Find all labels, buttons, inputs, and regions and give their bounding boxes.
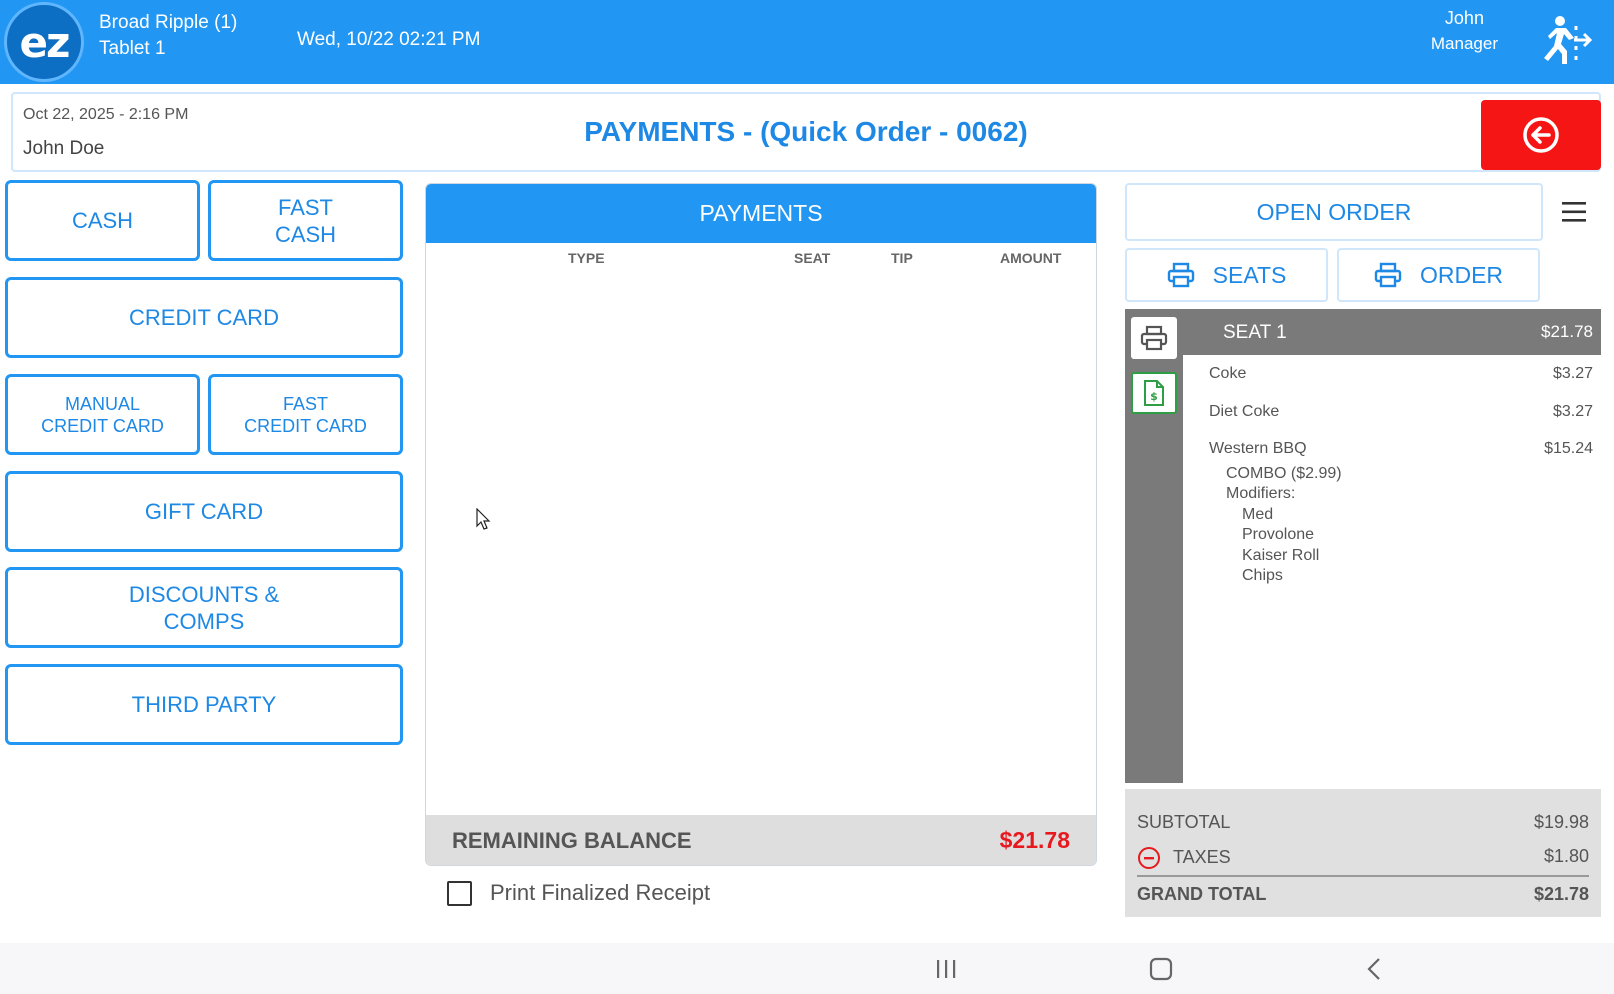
modifier-item: Kaiser Roll	[1242, 547, 1320, 564]
grand-total-label: GRAND TOTAL	[1137, 884, 1267, 904]
payments-panel: PAYMENTS TYPE SEAT TIP AMOUNT REMAINING …	[425, 183, 1097, 866]
store-info: Broad Ripple (1) Tablet 1	[99, 10, 237, 62]
back-arrow-circle-icon	[1523, 117, 1559, 153]
order-item[interactable]: Diet Coke $3.27	[1209, 403, 1593, 421]
print-order-button[interactable]: ORDER	[1337, 248, 1540, 302]
user-info: John Manager	[1431, 6, 1498, 56]
item-price: $3.27	[1552, 365, 1593, 382]
order-item[interactable]: Western BBQ $15.24	[1209, 440, 1593, 458]
print-order-label: ORDER	[1419, 261, 1504, 288]
modifier-item: Provolone	[1242, 526, 1315, 543]
subtotal-label: SUBTOTAL	[1137, 812, 1231, 832]
combo-line: COMBO ($2.99)	[1226, 465, 1342, 482]
print-seats-button[interactable]: SEATS	[1125, 248, 1328, 302]
mouse-pointer-icon	[476, 508, 491, 530]
remaining-balance-label: REMAINING BALANCE	[452, 828, 692, 853]
svg-text:$: $	[1150, 390, 1158, 403]
column-seat: SEAT	[794, 250, 831, 266]
credit-card-button[interactable]: CREDIT CARD	[5, 277, 403, 358]
remove-tax-icon[interactable]	[1137, 846, 1161, 870]
seat-total: $21.78	[1541, 322, 1593, 341]
manual-credit-card-button[interactable]: MANUAL CREDIT CARD	[5, 374, 200, 455]
column-type: TYPE	[568, 250, 605, 266]
page-title: PAYMENTS - (Quick Order - 0062)	[584, 116, 1028, 147]
dollar-document-icon: $	[1144, 380, 1164, 406]
item-name: Diet Coke	[1209, 403, 1280, 420]
printer-icon	[1374, 262, 1402, 288]
user-name: John	[1444, 8, 1484, 28]
item-price: $3.27	[1552, 403, 1593, 420]
back-button[interactable]	[1481, 100, 1601, 170]
item-name: Western BBQ	[1209, 440, 1307, 457]
home-icon[interactable]	[1148, 956, 1174, 982]
fast-cash-button[interactable]: FAST CASH	[208, 180, 403, 261]
print-seat-button[interactable]	[1131, 317, 1177, 359]
order-totals: SUBTOTAL $19.98 TAXES $1.80 GRAND TOTAL …	[1125, 789, 1601, 917]
hamburger-menu-icon[interactable]	[1560, 198, 1588, 226]
totals-divider	[1137, 875, 1589, 877]
taxes-label: TAXES	[1173, 846, 1231, 867]
printer-icon	[1140, 325, 1168, 351]
print-receipt-option[interactable]: Print Finalized Receipt	[447, 880, 710, 906]
exit-running-icon[interactable]	[1536, 14, 1592, 66]
system-nav-bar	[0, 943, 1614, 994]
print-seats-label: SEATS	[1212, 261, 1287, 288]
remaining-balance-value: $21.78	[999, 827, 1070, 853]
taxes-row: TAXES $1.80	[1137, 846, 1589, 870]
seat-check-button[interactable]: $	[1131, 372, 1177, 414]
discounts-comps-button[interactable]: DISCOUNTS & COMPS	[5, 567, 403, 648]
modifier-item: Chips	[1242, 567, 1283, 584]
subtotal-row: SUBTOTAL $19.98	[1137, 812, 1589, 833]
device-name: Tablet 1	[99, 38, 166, 59]
cash-button[interactable]: CASH	[5, 180, 200, 261]
grand-total-row: GRAND TOTAL $21.78	[1137, 884, 1589, 905]
item-name: Coke	[1209, 365, 1247, 382]
third-party-button[interactable]: THIRD PARTY	[5, 664, 403, 745]
column-amount: AMOUNT	[1000, 250, 1062, 266]
fast-credit-card-button[interactable]: FAST CREDIT CARD	[208, 374, 403, 455]
back-nav-icon[interactable]	[1362, 956, 1388, 982]
modifiers-label: Modifiers:	[1226, 485, 1296, 502]
seat-header[interactable]: SEAT 1 $21.78	[1183, 309, 1601, 355]
order-item[interactable]: Coke $3.27	[1209, 365, 1593, 383]
top-bar: ez Broad Ripple (1) Tablet 1 Wed, 10/22 …	[0, 0, 1614, 84]
ez-logo: ez	[4, 2, 84, 82]
store-name: Broad Ripple (1)	[99, 12, 238, 33]
current-datetime: Wed, 10/22 02:21 PM	[297, 29, 481, 50]
seat-sidebar: $	[1125, 309, 1183, 783]
grand-total-value: $21.78	[1533, 884, 1589, 904]
taxes-value: $1.80	[1543, 846, 1589, 866]
print-receipt-label: Print Finalized Receipt	[490, 880, 711, 905]
payments-title: PAYMENTS	[426, 184, 1096, 243]
column-tip: TIP	[891, 250, 913, 266]
printer-icon	[1167, 262, 1194, 288]
user-role: Manager	[1430, 34, 1498, 53]
seat-name: SEAT 1	[1223, 322, 1287, 343]
open-order-button[interactable]: OPEN ORDER	[1125, 183, 1543, 241]
order-header: Oct 22, 2025 - 2:16 PM John Doe PAYMENTS…	[11, 92, 1601, 172]
remaining-balance-bar: REMAINING BALANCE $21.78	[426, 815, 1096, 865]
seat-panel: $ SEAT 1 $21.78 Coke $3.27 Diet Coke $3.…	[1125, 309, 1601, 783]
subtotal-value: $19.98	[1533, 812, 1589, 832]
modifier-item: Med	[1242, 506, 1274, 523]
recent-apps-icon[interactable]	[933, 956, 959, 982]
item-price: $15.24	[1544, 440, 1593, 457]
gift-card-button[interactable]: GIFT CARD	[5, 471, 403, 552]
print-receipt-checkbox[interactable]	[447, 880, 472, 906]
